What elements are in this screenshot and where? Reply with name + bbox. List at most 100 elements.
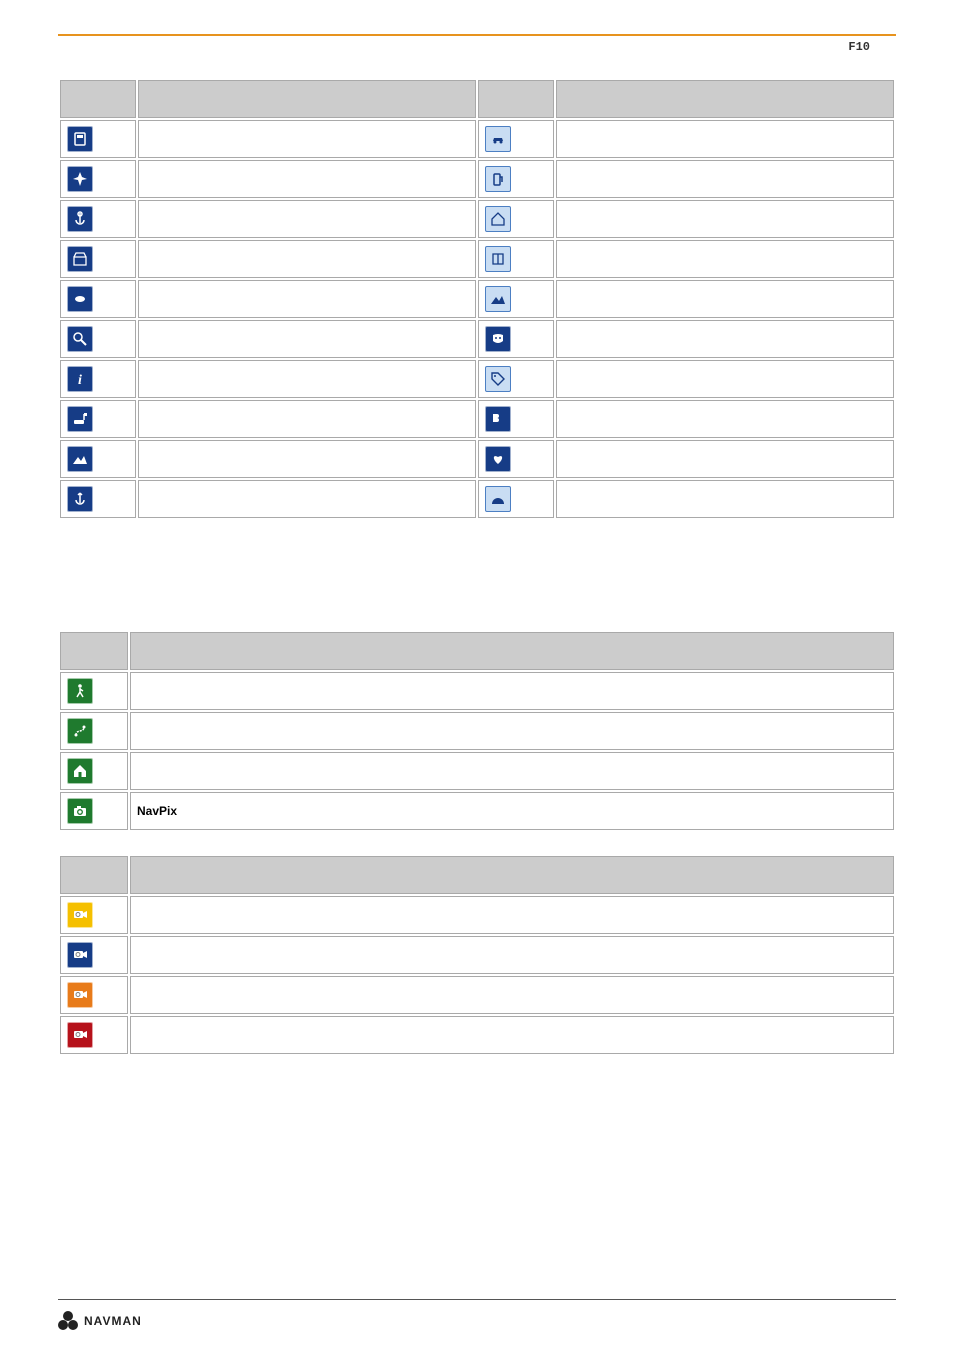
fuel-icon (485, 166, 511, 192)
table-cell-desc (556, 400, 894, 438)
home-icon (67, 758, 93, 784)
port-icon (67, 486, 93, 512)
table-cell-desc (556, 200, 894, 238)
table-cell-label (130, 712, 894, 750)
table-cell-label (130, 672, 894, 710)
page-content: i NavPix (58, 78, 896, 1056)
t2-h1 (60, 632, 128, 670)
t3-h1 (60, 856, 128, 894)
table-cell-desc (556, 280, 894, 318)
table-cell-desc (556, 480, 894, 518)
table-cell-icon (60, 672, 128, 710)
navman-logo-icon (58, 1311, 78, 1331)
poi-icons-table: i (58, 78, 896, 520)
table-cell-label (130, 752, 894, 790)
table-cell-icon (60, 120, 136, 158)
t3-h2 (130, 856, 894, 894)
table-cell-icon (478, 440, 554, 478)
table-cell-icon (478, 480, 554, 518)
book-icon (485, 246, 511, 272)
table-cell-icon (60, 440, 136, 478)
table-cell-icon (60, 896, 128, 934)
theatre-icon (485, 326, 511, 352)
navpix-icon (67, 798, 93, 824)
puzzle-icon (485, 406, 511, 432)
tag-icon (485, 366, 511, 392)
table-cell-label (130, 976, 894, 1014)
table-cell-desc (138, 160, 476, 198)
anchor-icon (67, 206, 93, 232)
table-cell-icon (60, 712, 128, 750)
table-cell-icon (478, 320, 554, 358)
table-cell-icon: i (60, 360, 136, 398)
table-cell-icon (60, 1016, 128, 1054)
table-cell-label: NavPix (130, 792, 894, 830)
walk-icon (67, 678, 93, 704)
table-cell-icon (478, 200, 554, 238)
table-cell-desc (556, 160, 894, 198)
table-cell-icon (60, 936, 128, 974)
favorite-icon (485, 446, 511, 472)
table-cell-icon (478, 360, 554, 398)
camera-blue-icon (67, 942, 93, 968)
table-cell-desc (138, 120, 476, 158)
camera-yellow-icon (67, 902, 93, 928)
t1-h1 (60, 80, 136, 118)
disc-icon (67, 286, 93, 312)
table-cell-desc (556, 440, 894, 478)
table-cell-icon (60, 320, 136, 358)
t1-h4 (556, 80, 894, 118)
mylocations-table: NavPix (58, 630, 896, 832)
table-cell-desc (138, 280, 476, 318)
table-cell-desc (138, 320, 476, 358)
table-cell-desc (138, 200, 476, 238)
t1-h2 (138, 80, 476, 118)
footer-brand: NAVMAN (58, 1311, 142, 1331)
house-abc-icon (485, 206, 511, 232)
table-cell-desc (556, 120, 894, 158)
table-cell-icon (60, 480, 136, 518)
car-icon (485, 126, 511, 152)
camera-orange-icon (67, 982, 93, 1008)
route-icon (67, 718, 93, 744)
shop-icon (67, 246, 93, 272)
landscape-icon (485, 286, 511, 312)
table-cell-icon (60, 280, 136, 318)
table-cell-icon (60, 400, 136, 438)
top-rule (58, 34, 896, 36)
t1-h3 (478, 80, 554, 118)
footer-rule (58, 1299, 896, 1300)
table-cell-desc (556, 240, 894, 278)
cave-icon (485, 486, 511, 512)
table-cell-icon (60, 752, 128, 790)
table-cell-icon (60, 240, 136, 278)
table-cell-label (130, 936, 894, 974)
table-cell-icon (478, 240, 554, 278)
table-cell-desc (138, 480, 476, 518)
table-cell-icon (478, 160, 554, 198)
table-cell-icon (478, 280, 554, 318)
car-flag-icon (67, 406, 93, 432)
table-cell-icon (60, 200, 136, 238)
table-cell-icon (478, 400, 554, 438)
speedcam-table (58, 854, 896, 1056)
table-cell-desc (138, 400, 476, 438)
table-cell-icon (478, 120, 554, 158)
camera-red-icon (67, 1022, 93, 1048)
table-cell-icon (60, 160, 136, 198)
svg-text:i: i (78, 373, 82, 387)
page-header-label: F10 (848, 40, 870, 54)
table-cell-icon (60, 976, 128, 1014)
atm-icon (67, 126, 93, 152)
table-cell-label (130, 896, 894, 934)
table-cell-desc (556, 320, 894, 358)
table-cell-desc (138, 440, 476, 478)
t2-h2 (130, 632, 894, 670)
table-cell-desc (138, 240, 476, 278)
airport-icon (67, 166, 93, 192)
table-cell-icon (60, 792, 128, 830)
table-cell-desc (138, 360, 476, 398)
hill-icon (67, 446, 93, 472)
zoom-icon (67, 326, 93, 352)
table-cell-desc (556, 360, 894, 398)
